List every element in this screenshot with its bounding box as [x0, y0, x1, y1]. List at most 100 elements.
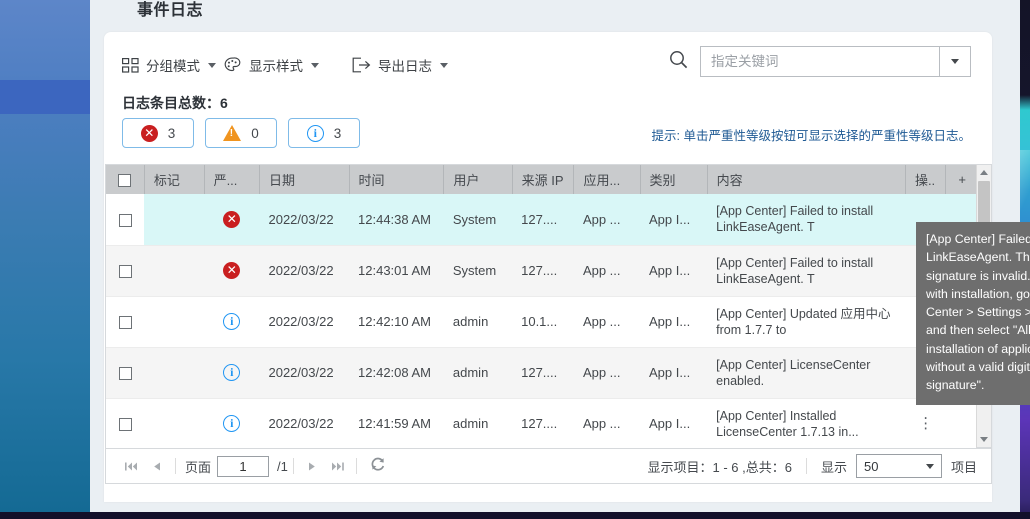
table-row[interactable]: ✕ 2022/03/22 12:44:38 AM System 127.... … [106, 194, 976, 246]
export-log-button[interactable]: 导出日志 [352, 48, 448, 82]
info-circle-icon: i [306, 124, 324, 142]
sidebar-active-item[interactable] [0, 80, 90, 114]
cell-date: 2022/03/22 [259, 347, 350, 399]
header-source-ip[interactable]: 来源 IP [512, 165, 575, 194]
cell-user: admin [443, 347, 513, 399]
cell-flag [144, 296, 205, 348]
cell-spacer [945, 398, 976, 448]
severity-filter-warning[interactable]: 0 [205, 118, 277, 148]
search-input[interactable] [701, 47, 939, 76]
header-user[interactable]: 用户 [443, 165, 513, 194]
cell-flag [144, 194, 205, 246]
total-log-count: 日志条目总数：6 [122, 95, 228, 111]
desktop-taskbar [0, 512, 1030, 519]
cell-severity: i [204, 296, 260, 348]
header-date[interactable]: 日期 [259, 165, 350, 194]
table-row[interactable]: i 2022/03/22 12:42:10 AM admin 10.1... A… [106, 296, 976, 348]
cell-content: [App Center] Failed to install LinkEaseA… [707, 245, 906, 297]
divider [175, 458, 176, 474]
search-dropdown-button[interactable] [939, 47, 970, 76]
cell-content: [App Center] Installed LicenseCenter 1.7… [707, 398, 906, 448]
next-page-icon[interactable] [299, 454, 325, 478]
cell-category: App I... [640, 398, 708, 448]
table-row[interactable]: i 2022/03/22 12:42:08 AM admin 127.... A… [106, 347, 976, 399]
row-actions-menu-icon[interactable]: ⋮ [918, 416, 933, 431]
cell-app: App ... [573, 245, 641, 297]
page-size-select[interactable]: 50 [855, 454, 942, 478]
page-total-label: /1 [277, 458, 288, 474]
row-checkbox[interactable] [118, 265, 132, 279]
first-page-icon[interactable] [118, 454, 144, 478]
severity-filter-info[interactable]: i 3 [288, 118, 360, 148]
cell-content: [App Center] Failed to install LinkEaseA… [707, 194, 906, 246]
divider [355, 458, 357, 474]
search-icon[interactable] [669, 50, 688, 74]
last-page-icon[interactable] [325, 454, 351, 478]
header-severity[interactable]: 严... [204, 165, 260, 194]
app-sidebar[interactable] [0, 0, 90, 512]
header-content[interactable]: 内容 [707, 165, 906, 194]
cell-app: App ... [573, 296, 641, 348]
header-category[interactable]: 类别 [640, 165, 708, 194]
info-circle-icon: i [223, 313, 241, 330]
view-style-label: 显示样式 [249, 59, 303, 74]
header-select-all[interactable] [106, 165, 145, 194]
select-all-checkbox[interactable] [118, 174, 132, 188]
toolbar: 分组模式 显示样式 导出日志 指定关键词 [104, 46, 992, 90]
page-number-input[interactable] [217, 455, 270, 477]
row-checkbox[interactable] [118, 316, 132, 330]
row-checkbox-cell[interactable] [106, 398, 145, 448]
search-box [700, 46, 971, 77]
cell-time: 12:42:08 AM [349, 347, 444, 399]
row-checkbox[interactable] [118, 367, 132, 381]
refresh-icon[interactable] [370, 456, 386, 476]
cell-severity: ✕ [204, 245, 260, 297]
header-action[interactable]: 操.. [905, 165, 947, 194]
row-checkbox-cell[interactable] [106, 347, 145, 399]
row-checkbox[interactable] [118, 213, 132, 227]
view-style-button[interactable]: 显示样式 [224, 48, 319, 82]
cell-app: App ... [573, 347, 641, 399]
severity-filter-error[interactable]: ✕ 3 [122, 118, 194, 148]
pagination-bar: 页面 /1 显示项目：1 - 6 ,总共：6 显示 [105, 448, 992, 484]
table-row[interactable]: i 2022/03/22 12:41:59 AM admin 127.... A… [106, 398, 976, 448]
cell-flag [144, 398, 205, 448]
palette-icon [224, 57, 242, 73]
chevron-down-icon [925, 463, 934, 469]
cell-severity: i [204, 347, 260, 399]
page-title: 事件日志 [137, 2, 204, 19]
content-tooltip: [App Center] Failed to install LinkEaseA… [916, 222, 1030, 405]
cell-source-ip: 10.1... [512, 296, 574, 348]
cell-category: App I... [640, 296, 708, 348]
cell-action[interactable]: ⋮ [905, 398, 946, 448]
cell-category: App I... [640, 245, 708, 297]
chevron-down-icon [440, 62, 448, 68]
cell-time: 12:41:59 AM [349, 398, 444, 448]
cell-source-ip: 127.... [512, 398, 574, 448]
table-header-row: 标记 严... 日期 时间 用户 来源 IP 应用... 类别 内容 操.. + [106, 165, 976, 194]
header-flag[interactable]: 标记 [144, 165, 205, 194]
divider [805, 458, 807, 474]
page-size-value: 50 [863, 458, 879, 474]
info-circle-icon: i [223, 415, 241, 432]
severity-filter-group: ✕ 3 0 i 3 [122, 118, 360, 148]
previous-page-icon[interactable] [144, 454, 170, 478]
header-time[interactable]: 时间 [349, 165, 445, 194]
row-checkbox[interactable] [118, 418, 132, 432]
error-circle-icon: ✕ [140, 124, 158, 142]
scroll-down-icon[interactable] [977, 432, 991, 447]
header-add-column[interactable]: + [945, 165, 976, 194]
row-checkbox-cell[interactable] [106, 296, 145, 348]
info-circle-icon: i [223, 364, 241, 381]
group-mode-label: 分组模式 [146, 59, 200, 74]
table-row[interactable]: ✕ 2022/03/22 12:43:01 AM System 127.... … [106, 245, 976, 297]
cell-severity: i [204, 398, 260, 448]
error-circle-icon: ✕ [223, 262, 241, 279]
row-checkbox-cell[interactable] [106, 245, 145, 297]
cell-source-ip: 127.... [512, 347, 574, 399]
header-app[interactable]: 应用... [573, 165, 641, 194]
group-mode-button[interactable]: 分组模式 [122, 48, 216, 82]
scroll-up-icon[interactable] [977, 165, 991, 180]
row-checkbox-cell[interactable] [106, 194, 145, 246]
divider [292, 458, 294, 474]
